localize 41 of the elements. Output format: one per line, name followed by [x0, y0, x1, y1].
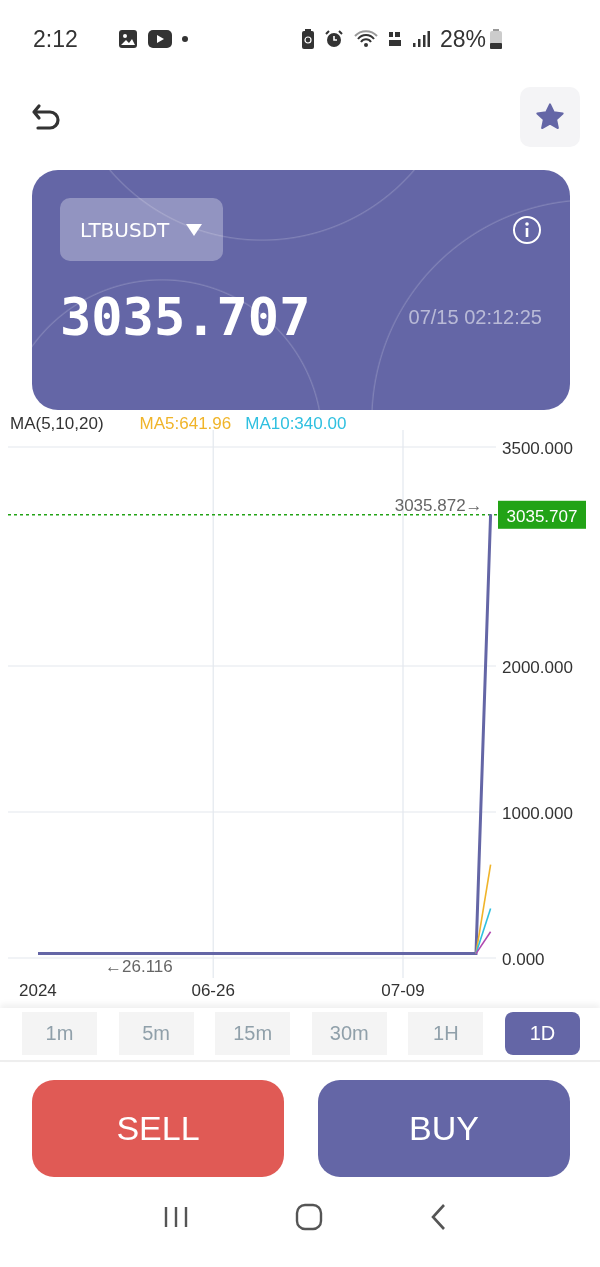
favorite-button[interactable] [520, 87, 580, 147]
x-axis-label: 2024 [19, 981, 57, 1000]
clock-time: 2:12 [33, 25, 78, 53]
alarm-icon [323, 29, 344, 49]
timestamp: 07/15 02:12:25 [408, 305, 542, 329]
ref-line-label: 3035.707 [506, 506, 578, 526]
home-icon[interactable] [295, 1203, 323, 1231]
indicator-label: MA(5,10,20) [10, 414, 104, 434]
indicator-value: MA10:340.00 [245, 414, 347, 434]
wifi-icon [353, 29, 378, 49]
x-axis-label: 07-09 [381, 981, 425, 1000]
dot-icon [181, 36, 188, 42]
interval-tab[interactable]: 30m [311, 1012, 387, 1055]
x-axis-label: 06-26 [191, 981, 235, 1000]
y-axis-label: 2000.000 [502, 658, 573, 677]
video-play-icon [147, 30, 172, 48]
y-axis-label: 3500.000 [502, 439, 573, 458]
sell-button[interactable]: SELL [32, 1080, 284, 1177]
indicator-value: MA5:641.96 [139, 414, 232, 434]
caret-icon [185, 222, 204, 237]
recent-apps-icon[interactable] [163, 1205, 189, 1229]
battery-saver-icon [301, 29, 314, 49]
low-price-marker: ←26.116 [105, 957, 173, 976]
interval-tab[interactable]: 15m [215, 1012, 291, 1055]
interval-tab[interactable]: 1D [504, 1012, 580, 1055]
battery-icon [490, 29, 502, 49]
interval-tab[interactable]: 1m [22, 1012, 97, 1055]
gallery-icon [117, 29, 138, 49]
interval-tab[interactable]: 1H [408, 1012, 484, 1055]
current-price-tag: 3035.707 [498, 500, 586, 529]
back-icon[interactable] [429, 1203, 447, 1231]
high-price-marker: 3035.872→ [394, 496, 483, 516]
info-icon[interactable] [512, 214, 542, 245]
battery-percent: 28% [439, 25, 486, 53]
signal-icon [411, 30, 430, 48]
buy-button[interactable]: BUY [318, 1080, 570, 1177]
y-axis-label: 0.000 [502, 950, 545, 969]
interval-tab[interactable]: 5m [118, 1012, 194, 1055]
price-value: 3035.707 [60, 287, 311, 347]
symbol-dropdown[interactable]: LTBUSDT [60, 198, 224, 261]
y-axis-label: 1000.000 [502, 804, 573, 823]
